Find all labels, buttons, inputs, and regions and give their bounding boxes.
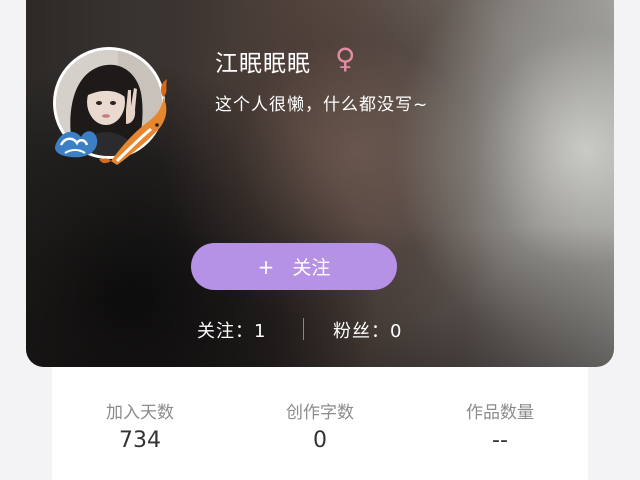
avatar[interactable]	[53, 47, 165, 159]
stats-divider	[303, 318, 304, 340]
stat-works-count: 作品数量 --	[420, 403, 580, 454]
following-label: 关注：	[197, 321, 254, 342]
stat-word-count: 创作字数 0	[240, 403, 400, 454]
following-count[interactable]: 关注：1	[197, 317, 266, 343]
fans-label: 粉丝：	[333, 321, 390, 342]
avatar-photo	[56, 50, 162, 156]
female-gender-icon: ♀	[335, 42, 356, 75]
stat-value: 734	[119, 428, 161, 453]
avatar-container[interactable]	[53, 47, 167, 165]
follow-button-label: 关注	[292, 257, 331, 279]
username: 江眠眠眠	[215, 51, 311, 77]
profile-page: 江眠眠眠 ♀ 这个人很懒，什么都没写~ + 关注 关注：1 粉丝：0 加入天数 …	[0, 0, 640, 480]
user-bio: 这个人很懒，什么都没写~	[215, 95, 429, 115]
stat-label: 作品数量	[466, 403, 534, 423]
stat-label: 加入天数	[106, 403, 174, 423]
stat-value: 0	[313, 428, 327, 453]
following-value: 1	[254, 321, 267, 342]
plus-icon: +	[257, 254, 275, 279]
fans-count[interactable]: 粉丝：0	[333, 317, 402, 343]
fans-value: 0	[390, 321, 403, 342]
stat-value: --	[492, 428, 508, 453]
stat-label: 创作字数	[286, 403, 354, 423]
stat-join-days: 加入天数 734	[60, 403, 220, 454]
follow-button[interactable]: + 关注	[191, 243, 397, 290]
